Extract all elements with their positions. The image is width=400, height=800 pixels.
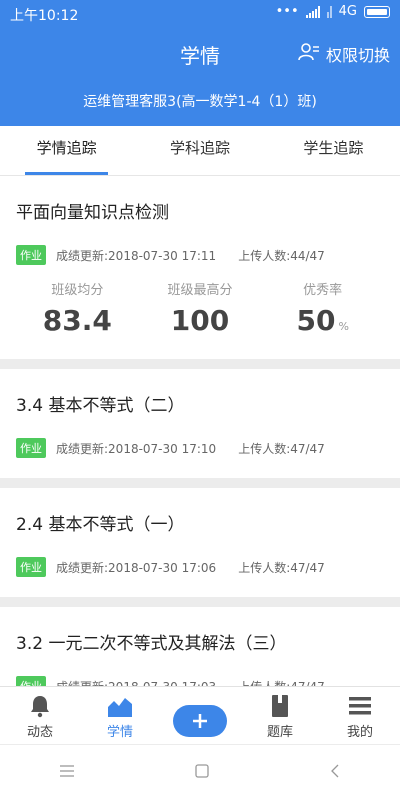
more-dots-icon: ••• bbox=[275, 4, 299, 19]
bottom-nav: 动态 学情 题库 我的 bbox=[0, 686, 400, 744]
nav-label: 动态 bbox=[26, 725, 53, 740]
assignment-card[interactable]: 3.4 基本不等式（二） 作业 成绩更新:2018-07-30 17:10 上传… bbox=[0, 369, 400, 478]
plus-icon bbox=[193, 714, 207, 728]
status-bar: 上午10:12 ••• 4G bbox=[0, 0, 400, 28]
class-label: 运维管理客服3(高一数学1-4（1）班) bbox=[83, 94, 317, 110]
stat-label: 优秀率 bbox=[303, 283, 343, 298]
nav-item-mine[interactable]: 我的 bbox=[320, 687, 400, 744]
nav-label: 我的 bbox=[346, 725, 373, 740]
tab-student-tracking[interactable]: 学生追踪 bbox=[267, 126, 400, 175]
assignment-title: 平面向量知识点检测 bbox=[16, 203, 169, 223]
stat-label: 班级最高分 bbox=[167, 283, 233, 298]
nav-label: 学情 bbox=[106, 725, 133, 740]
assignment-title: 3.4 基本不等式（二） bbox=[16, 396, 185, 416]
nav-item-question-bank[interactable]: 题库 bbox=[240, 687, 320, 744]
nav-label: 题库 bbox=[266, 725, 293, 740]
tab-bar: 学情追踪 学科追踪 学生追踪 bbox=[0, 126, 400, 176]
stat-unit: % bbox=[338, 320, 349, 333]
signal2-icon bbox=[326, 5, 332, 18]
nav-item-add[interactable] bbox=[160, 687, 240, 744]
assignment-card[interactable]: 3.2 一元二次不等式及其解法（三） 作业 成绩更新:2018-07-30 17… bbox=[0, 607, 400, 686]
home-icon[interactable] bbox=[194, 763, 210, 783]
system-nav bbox=[0, 744, 400, 800]
upload-count: 上传人数:44/47 bbox=[238, 248, 325, 263]
status-time: 上午10:12 bbox=[10, 8, 79, 24]
assignment-title: 2.4 基本不等式（一） bbox=[16, 515, 185, 535]
homework-badge: 作业 bbox=[16, 557, 46, 577]
app-bar: 学情 权限切换 bbox=[0, 28, 400, 80]
stat-label: 班级均分 bbox=[51, 283, 104, 298]
bell-icon bbox=[0, 693, 80, 719]
homework-badge: 作业 bbox=[16, 245, 46, 265]
update-time: 成绩更新:2018-07-30 17:11 bbox=[56, 248, 217, 263]
assignment-title: 3.2 一元二次不等式及其解法（三） bbox=[16, 634, 287, 654]
tab-subject-tracking[interactable]: 学科追踪 bbox=[133, 126, 266, 175]
battery-icon bbox=[364, 5, 390, 18]
back-icon[interactable] bbox=[329, 763, 341, 783]
permission-switch-button[interactable]: 权限切换 bbox=[298, 42, 390, 66]
signal-icon bbox=[305, 5, 320, 18]
upload-count: 上传人数:47/47 bbox=[238, 560, 325, 575]
update-time: 成绩更新:2018-07-30 17:03 bbox=[56, 678, 216, 687]
score-stats: 班级均分 83.4 班级最高分 100 优秀率 50% bbox=[16, 279, 384, 359]
upload-count: 上传人数:47/47 bbox=[238, 678, 325, 687]
recents-icon[interactable] bbox=[59, 763, 75, 782]
book-icon bbox=[240, 693, 320, 719]
assignment-card[interactable]: 2.4 基本不等式（一） 作业 成绩更新:2018-07-30 17:06 上传… bbox=[0, 488, 400, 597]
chart-icon bbox=[80, 693, 160, 719]
homework-badge: 作业 bbox=[16, 676, 46, 686]
homework-badge: 作业 bbox=[16, 438, 46, 458]
stat-value: 100 bbox=[170, 304, 230, 337]
network-type: 4G bbox=[338, 4, 357, 19]
assignment-list: 平面向量知识点检测 作业 成绩更新:2018-07-30 17:11 上传人数:… bbox=[0, 176, 400, 686]
stat-value: 50 bbox=[296, 304, 336, 337]
nav-item-learning[interactable]: 学情 bbox=[80, 687, 160, 744]
update-time: 成绩更新:2018-07-30 17:06 bbox=[56, 560, 217, 575]
user-switch-icon bbox=[298, 42, 320, 66]
update-time: 成绩更新:2018-07-30 17:10 bbox=[56, 441, 217, 456]
upload-count: 上传人数:47/47 bbox=[238, 441, 325, 456]
stat-value: 83.4 bbox=[42, 304, 112, 337]
assignment-card[interactable]: 平面向量知识点检测 作业 成绩更新:2018-07-30 17:11 上传人数:… bbox=[0, 176, 400, 359]
add-button[interactable] bbox=[173, 705, 227, 737]
permission-switch-label: 权限切换 bbox=[325, 46, 390, 65]
class-selector[interactable]: 运维管理客服3(高一数学1-4（1）班) bbox=[0, 80, 400, 126]
tab-learning-tracking[interactable]: 学情追踪 bbox=[0, 126, 133, 175]
nav-item-dynamics[interactable]: 动态 bbox=[0, 687, 80, 744]
menu-icon bbox=[320, 693, 400, 719]
